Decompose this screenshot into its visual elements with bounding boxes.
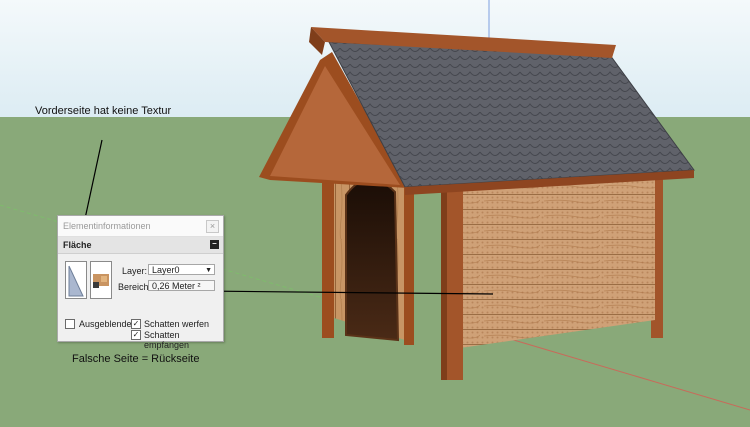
close-icon[interactable]: ×	[206, 220, 219, 233]
panel-title: Elementinformationen	[63, 221, 151, 231]
cast-shadows-checkbox[interactable]: ✓	[131, 319, 141, 329]
hidden-checkbox[interactable]	[65, 319, 75, 329]
collapse-icon[interactable]: –	[210, 240, 219, 249]
layer-value: Layer0	[152, 265, 180, 275]
back-side-note: Falsche Seite = Rückseite	[72, 353, 200, 365]
layer-select[interactable]: Layer0 ▼	[148, 264, 215, 275]
hidden-label: Ausgeblendet	[79, 319, 135, 329]
panel-titlebar[interactable]: Elementinformationen ×	[58, 216, 223, 237]
section-title: Fläche	[63, 240, 92, 250]
area-field: 0,26 Meter ²	[148, 280, 215, 291]
area-label: Bereich:	[118, 282, 152, 292]
receive-shadows-checkbox[interactable]: ✓	[131, 330, 141, 340]
chevron-down-icon: ▼	[205, 267, 212, 274]
layer-label: Layer:	[122, 266, 148, 276]
cast-shadows-label: Schatten werfen	[144, 319, 210, 329]
front-wall-texture	[460, 180, 655, 348]
back-material-swatch[interactable]	[90, 261, 112, 299]
front-material-swatch[interactable]	[65, 261, 87, 299]
doorway	[345, 178, 400, 342]
entity-info-panel: Elementinformationen × Fläche – Layer: L…	[57, 215, 224, 350]
receive-shadows-label: Schatten empfangen	[144, 330, 190, 350]
front-post-middle-shade	[441, 190, 447, 380]
section-header[interactable]: Fläche –	[58, 237, 223, 254]
area-value: 0,26 Meter ²	[152, 281, 201, 291]
front-side-note: Vorderseite hat keine Textur	[35, 105, 172, 117]
front-post-left	[404, 185, 414, 345]
